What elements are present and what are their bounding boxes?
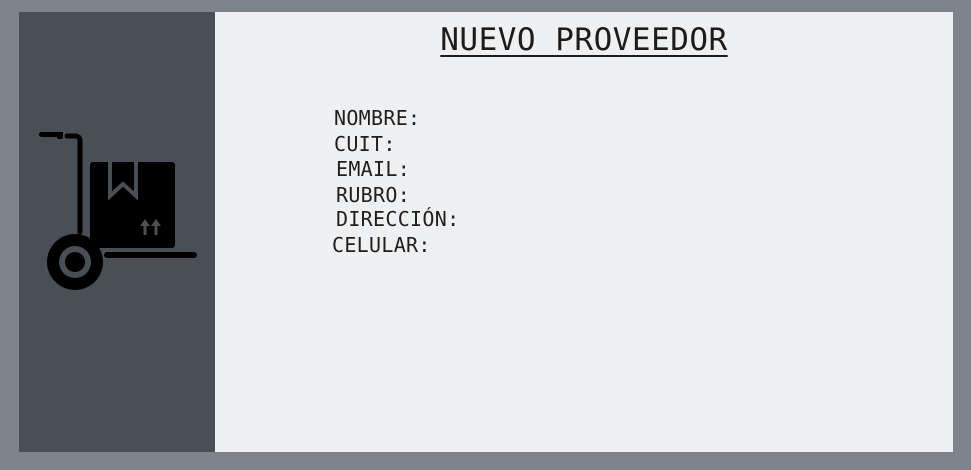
- rubro-label: RUBRO:: [336, 183, 411, 207]
- celular-label: CELULAR:: [332, 233, 431, 257]
- sidebar-panel: [19, 12, 215, 452]
- email-label: EMAIL:: [336, 157, 411, 181]
- nombre-label: NOMBRE:: [334, 106, 421, 130]
- form-panel: NUEVO PROVEEDOR NOMBRE: CUIT: EMAIL: RUB…: [215, 12, 953, 452]
- supplier-window: NUEVO PROVEEDOR NOMBRE: CUIT: EMAIL: RUB…: [19, 12, 953, 452]
- direccion-label: DIRECCIÓN:: [336, 207, 460, 231]
- hand-truck-box-icon: [39, 132, 197, 290]
- cuit-label: CUIT:: [334, 132, 396, 156]
- page-title: NUEVO PROVEEDOR: [440, 22, 728, 58]
